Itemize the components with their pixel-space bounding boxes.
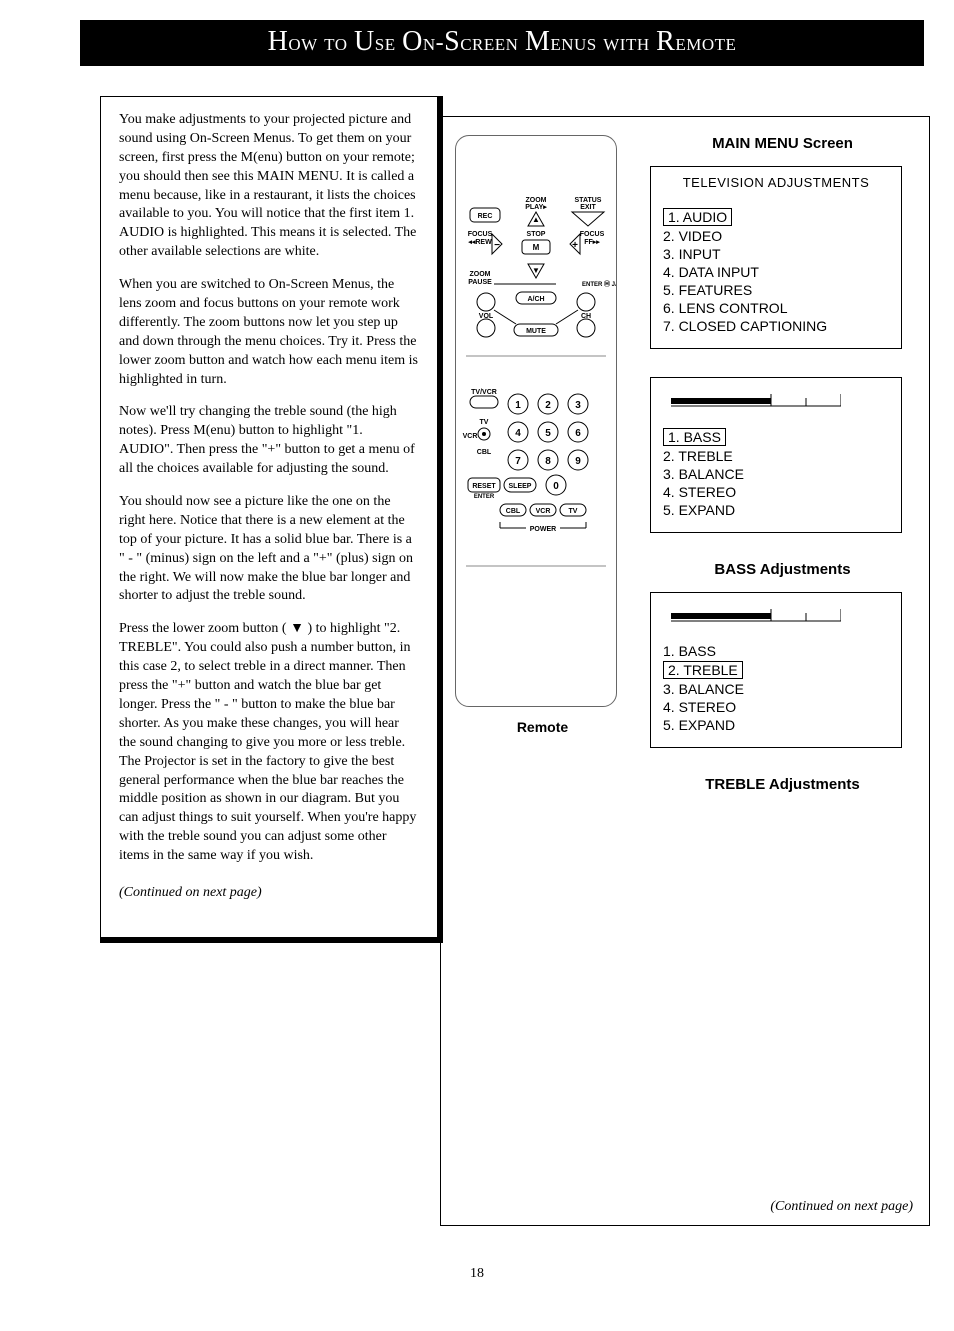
svg-text:3: 3 [575, 400, 581, 411]
figures-panel: REC ZOOM PLAY▸ ▲ STATUS EXIT FOCUS ◂◂REW [440, 116, 930, 1226]
menu-item: 6. LENS CONTROL [663, 300, 891, 316]
svg-text:MUTE: MUTE [526, 328, 546, 335]
menu-item: 4. STEREO [663, 484, 891, 500]
svg-text:ZOOM: ZOOM [470, 271, 491, 278]
svg-text:CBL: CBL [506, 508, 521, 515]
remote-caption: Remote [455, 719, 630, 735]
svg-text:EXIT: EXIT [580, 204, 596, 211]
menu-item: 1. BASS [663, 643, 891, 659]
paragraph: You should now see a picture like the on… [119, 493, 419, 606]
svg-text:POWER: POWER [530, 526, 556, 533]
menu-item-selected: 1. AUDIO [663, 208, 732, 226]
svg-text:8: 8 [545, 456, 551, 467]
svg-text:▼: ▼ [532, 266, 540, 275]
svg-text:VCR: VCR [536, 508, 551, 515]
svg-text:−: − [494, 240, 500, 251]
paragraph: Press the lower zoom button ( ▼ ) to hig… [119, 620, 419, 866]
menu-item: 4. STEREO [663, 699, 891, 715]
page-title: How to Use On-Screen Menus with Remote [80, 20, 924, 66]
bass-title: BASS Adjustments [650, 561, 915, 578]
menu-item: 5. FEATURES [663, 282, 891, 298]
svg-text:7: 7 [515, 456, 521, 467]
svg-text:◂◂REW: ◂◂REW [467, 239, 492, 246]
menu-item-selected: 1. BASS [663, 428, 726, 446]
svg-text:6: 6 [575, 428, 581, 439]
menu-item-selected: 2. TREBLE [663, 661, 743, 679]
page-number: 18 [30, 1266, 924, 1282]
main-menu-screen: TELEVISION ADJUSTMENTS 1. AUDIO 2. VIDEO… [650, 166, 902, 349]
svg-text:ENTER Ⓜ JACK2: ENTER Ⓜ JACK2 [582, 280, 616, 288]
svg-text:4: 4 [515, 428, 521, 439]
svg-text:M: M [533, 243, 540, 252]
menu-item: 5. EXPAND [663, 717, 891, 733]
svg-text:TV/VCR: TV/VCR [471, 389, 497, 396]
svg-text:PLAY▸: PLAY▸ [525, 204, 547, 211]
svg-text:STATUS: STATUS [575, 197, 602, 204]
bass-screen: 1. BASS 2. TREBLE 3. BALANCE 4. STEREO 5… [650, 377, 902, 533]
remote-diagram: REC ZOOM PLAY▸ ▲ STATUS EXIT FOCUS ◂◂REW [455, 135, 617, 707]
continued-note: (Continued on next page) [770, 1199, 913, 1215]
svg-text:STOP: STOP [527, 231, 546, 238]
svg-text:CBL: CBL [477, 449, 492, 456]
main-menu-title: MAIN MENU Screen [650, 135, 915, 152]
main-menu-header: TELEVISION ADJUSTMENTS [661, 175, 891, 190]
svg-text:PAUSE: PAUSE [468, 279, 492, 286]
svg-text:VOL: VOL [479, 313, 494, 320]
svg-text:REC: REC [478, 213, 493, 220]
paragraph: When you are switched to On-Screen Menus… [119, 276, 419, 389]
svg-text:FOCUS: FOCUS [468, 231, 493, 238]
continued-note: (Continued on next page) [119, 884, 419, 903]
svg-text:CH: CH [581, 313, 591, 320]
slider-bar [671, 607, 841, 625]
svg-text:▲: ▲ [532, 215, 540, 224]
menu-item: 3. BALANCE [663, 681, 891, 697]
instructions-box: You make adjustments to your projected p… [100, 96, 443, 943]
menu-item: 2. TREBLE [663, 448, 891, 464]
svg-text:1: 1 [515, 400, 521, 411]
menu-item: 7. CLOSED CAPTIONING [663, 318, 891, 334]
paragraph: Now we'll try changing the treble sound … [119, 403, 419, 479]
svg-text:FF▸▸: FF▸▸ [584, 239, 600, 246]
menu-item: 3. INPUT [663, 246, 891, 262]
svg-text:+: + [572, 240, 578, 251]
svg-text:FOCUS: FOCUS [580, 231, 605, 238]
svg-text:ENTER: ENTER [474, 494, 495, 500]
svg-text:TV: TV [569, 508, 578, 515]
svg-text:9: 9 [575, 456, 581, 467]
svg-text:2: 2 [545, 400, 551, 411]
menu-item: 5. EXPAND [663, 502, 891, 518]
menu-item: 2. VIDEO [663, 228, 891, 244]
svg-text:ZOOM: ZOOM [526, 197, 547, 204]
svg-text:0: 0 [553, 481, 559, 492]
treble-title: TREBLE Adjustments [650, 776, 915, 793]
svg-text:VCR: VCR [463, 433, 478, 440]
menu-item: 4. DATA INPUT [663, 264, 891, 280]
menu-item: 3. BALANCE [663, 466, 891, 482]
svg-text:TV: TV [480, 419, 489, 426]
svg-text:SLEEP: SLEEP [509, 483, 532, 490]
svg-text:A/CH: A/CH [527, 296, 544, 303]
paragraph: You make adjustments to your projected p… [119, 111, 419, 262]
treble-screen: 1. BASS 2. TREBLE 3. BALANCE 4. STEREO 5… [650, 592, 902, 748]
slider-bar [671, 392, 841, 410]
svg-text:RESET: RESET [472, 483, 496, 490]
svg-text:5: 5 [545, 428, 551, 439]
